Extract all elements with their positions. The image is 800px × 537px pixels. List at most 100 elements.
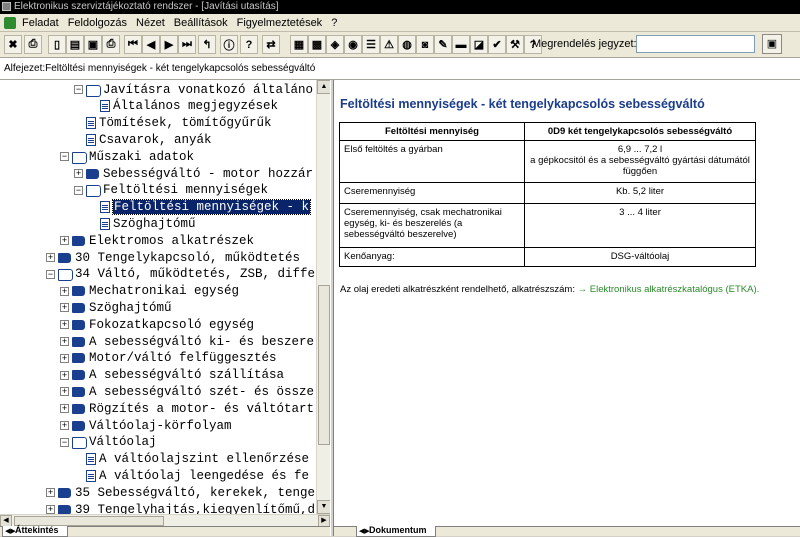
menu-feladat[interactable]: Feladat [22, 17, 59, 29]
tree-item[interactable]: A váltóolajszint ellenőrzése [74, 451, 309, 468]
collapse-icon[interactable]: − [60, 152, 69, 162]
order-note-input[interactable] [636, 35, 755, 53]
tree-item[interactable]: + Váltóolaj-körfolyam [60, 417, 232, 434]
tree-item[interactable]: +39 Tengelyhajtás,kiegyenlítőmű,d [46, 501, 315, 514]
tree-item[interactable]: − Javításra vonatkozó általáno [74, 81, 313, 98]
tree-item-label: A sebességváltó szállítása [89, 368, 285, 383]
tree-item[interactable]: + Fokozatkapcsoló egység [60, 316, 254, 333]
tab-dokumentum-label: Dokumentum [369, 525, 427, 535]
switch-icon[interactable]: ⇄ [262, 35, 280, 54]
expand-icon[interactable]: + [46, 253, 55, 262]
menu-figyelmeztetesek[interactable]: Figyelmeztetések [237, 17, 323, 29]
warning-icon[interactable]: ⚠ [380, 35, 398, 54]
check-icon[interactable]: ✔ [488, 35, 506, 54]
globe-icon[interactable]: ◍ [398, 35, 416, 54]
bucket-icon[interactable]: ◙ [416, 35, 434, 54]
tree-item[interactable]: Csavarok, anyák [74, 131, 212, 148]
app-icon [2, 2, 11, 11]
expand-icon[interactable]: + [60, 404, 69, 414]
pen-icon[interactable]: ✎ [434, 35, 452, 54]
tree-item-label: Feltöltési mennyiségek - k [111, 199, 312, 216]
tree-item[interactable]: + Elektromos alkatrészek [60, 232, 254, 249]
tree-item[interactable]: − Váltóolaj [60, 434, 157, 451]
tree-item-label: Elektromos alkatrészek [89, 233, 255, 248]
order-note-button[interactable]: ▣ [762, 34, 782, 54]
document-icon[interactable]: ▯ [48, 35, 66, 54]
first-icon[interactable]: ⏮ [124, 35, 142, 54]
document-icon [86, 453, 96, 466]
expand-icon[interactable]: + [46, 488, 55, 498]
tree-item[interactable]: +35 Sebességváltó, kerekek, tenge [46, 484, 315, 501]
menu-beallitasok[interactable]: Beállítások [174, 17, 228, 29]
etka-link[interactable]: → Elektronikus alkatrészkatalógus (ETKA)… [578, 284, 760, 295]
info-icon[interactable]: ⓘ [220, 35, 238, 54]
menu-nezet[interactable]: Nézet [136, 17, 165, 29]
catalog-icon[interactable]: ▦ [290, 35, 308, 54]
tree-item[interactable]: − Feltöltési mennyiségek [74, 182, 268, 199]
exit-icon[interactable]: ✖ [4, 35, 22, 54]
menu-help[interactable]: ? [331, 17, 337, 29]
tree-item[interactable]: + Rögzítés a motor- és váltótart [60, 400, 314, 417]
parts-note-text: Az olaj eredeti alkatrészként rendelhető… [340, 284, 575, 295]
tree-item[interactable]: + Sebességváltó - motor hozzár [74, 165, 313, 182]
next-icon[interactable]: ▶ [160, 35, 178, 54]
scroll-thumb[interactable] [318, 285, 330, 445]
app-menu-icon[interactable] [4, 16, 16, 29]
expand-icon[interactable]: + [60, 320, 69, 330]
expand-icon[interactable]: + [60, 387, 69, 397]
tree-item[interactable]: + A sebességváltó ki- és beszere [60, 333, 314, 350]
expand-icon[interactable]: + [74, 169, 83, 178]
expand-icon[interactable]: + [60, 421, 69, 430]
tree-vertical-scrollbar[interactable]: ▲ ▼ [316, 80, 331, 514]
menu-feldolgozas[interactable]: Feldolgozás [68, 17, 127, 29]
tools-icon[interactable]: ⚒ [506, 35, 524, 54]
collapse-icon[interactable]: − [74, 85, 83, 94]
parts-icon[interactable]: ◈ [326, 35, 344, 54]
collapse-icon[interactable]: − [74, 185, 83, 195]
prev-icon[interactable]: ◀ [142, 35, 160, 54]
list-icon[interactable]: ☰ [362, 35, 380, 54]
collapse-icon[interactable]: − [60, 437, 69, 447]
help-icon[interactable]: ? [240, 35, 258, 54]
tree-item[interactable]: Tömítések, tömítőgyűrűk [74, 115, 272, 132]
tree-item[interactable]: Általános megjegyzések [88, 98, 278, 115]
tree-item[interactable]: − Műszaki adatok [60, 148, 194, 165]
breadcrumb: Alfejezet:Feltöltési mennyiségek - két t… [0, 58, 800, 80]
tree-item[interactable]: + Motor/váltó felfüggesztés [60, 350, 277, 367]
table-header: Feltöltési mennyiség [339, 122, 525, 141]
expand-icon[interactable]: + [60, 303, 69, 313]
expand-icon[interactable]: + [60, 286, 69, 296]
document-icon [86, 469, 96, 482]
collapse-icon[interactable]: − [46, 269, 55, 279]
tree-item[interactable]: + A sebességváltó szét- és össze [60, 383, 314, 400]
tree-item[interactable]: Szöghajtómű [88, 215, 196, 232]
last-icon[interactable]: ⏭ [178, 35, 196, 54]
tree-item[interactable]: + Mechatronikai egység [60, 283, 239, 300]
scroll-down-icon[interactable]: ▼ [317, 500, 331, 514]
diagnose-icon[interactable]: ◪ [470, 35, 488, 54]
tree-item[interactable]: − 34 Váltó, működtetés, ZSB, diffe [46, 266, 315, 283]
car-icon[interactable]: ▣ [84, 35, 102, 54]
page-icon[interactable]: ▤ [66, 35, 84, 54]
grid-icon[interactable]: ▩ [308, 35, 326, 54]
expand-icon[interactable]: + [60, 337, 69, 346]
tree-item[interactable]: + A sebességváltó szállítása [60, 367, 284, 384]
wheel-icon[interactable]: ◉ [344, 35, 362, 54]
tree-item[interactable]: A váltóolaj leengedése és fe [74, 467, 309, 484]
tree-item[interactable]: + Szöghajtómű [60, 299, 172, 316]
tree-item[interactable]: Feltöltési mennyiségek - k [88, 199, 312, 216]
printer2-icon[interactable]: ⎙ [102, 35, 120, 54]
tree-item[interactable]: +30 Tengelykapcsoló, működtetés [46, 249, 300, 266]
table-cell: Kb. 5,2 liter [524, 182, 756, 204]
scroll-up-icon[interactable]: ▲ [317, 80, 331, 94]
tab-attekintes[interactable]: ◀▶ Áttekintés [2, 526, 68, 537]
expand-icon[interactable]: + [46, 505, 55, 514]
expand-icon[interactable]: + [60, 370, 69, 380]
expand-icon[interactable]: + [60, 353, 69, 363]
tree-item-label: A váltóolajszint ellenőrzése [99, 452, 310, 467]
tab-dokumentum[interactable]: ◀▶ Dokumentum [356, 526, 436, 537]
car2-icon[interactable]: ▬ [452, 35, 470, 54]
back-icon[interactable]: ↰ [198, 35, 216, 54]
expand-icon[interactable]: + [60, 236, 69, 246]
print-icon[interactable]: ⎙ [24, 35, 42, 54]
